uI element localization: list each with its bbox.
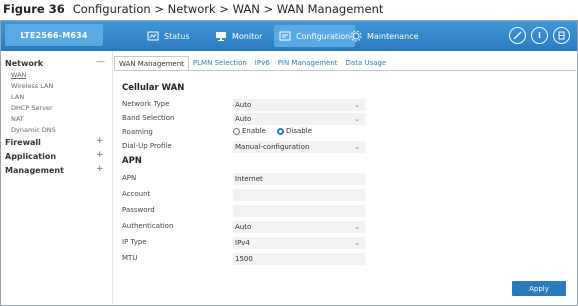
brand-logo: LTE2566-M634 bbox=[5, 24, 103, 46]
apply-button[interactable]: Apply bbox=[512, 281, 566, 296]
chevron-down-icon: ⌄ bbox=[354, 223, 360, 231]
sidebar: Network — WAN Wireless LAN LAN DHCP Serv… bbox=[1, 51, 113, 305]
expand-icon[interactable]: + bbox=[96, 136, 104, 146]
apn-label: APN bbox=[122, 174, 137, 182]
apn-heading: APN bbox=[122, 156, 142, 166]
sidebar-section-firewall[interactable]: Firewall bbox=[5, 138, 41, 147]
sidebar-section-application[interactable]: Application bbox=[5, 152, 56, 161]
chevron-down-icon: ⌄ bbox=[354, 101, 360, 109]
sidebar-item-nat[interactable]: NAT bbox=[11, 115, 24, 123]
tab-divider bbox=[114, 70, 576, 71]
ip-type-value: IPv4 bbox=[235, 239, 250, 247]
ip-type-label: IP Type bbox=[122, 238, 147, 246]
sidebar-section-management[interactable]: Management bbox=[5, 166, 64, 175]
radio-on-icon bbox=[277, 127, 284, 135]
sidebar-item-wireless-lan[interactable]: Wireless LAN bbox=[11, 82, 53, 90]
password-input[interactable] bbox=[233, 205, 365, 217]
figure-caption: Figure 36 Configuration > Network > WAN >… bbox=[3, 2, 383, 19]
password-label: Password bbox=[122, 206, 155, 214]
status-icon bbox=[147, 31, 159, 41]
nav-maintenance[interactable]: Maintenance bbox=[345, 25, 424, 47]
mtu-input[interactable]: 1500 bbox=[233, 253, 365, 265]
tab-bar: WAN Management PLMN Selection IPv6 PIN M… bbox=[114, 56, 390, 71]
wizard-icon[interactable] bbox=[509, 27, 526, 44]
ip-type-select[interactable]: IPv4 ⌄ bbox=[233, 237, 365, 249]
maintenance-icon bbox=[350, 30, 362, 42]
nav-status-label: Status bbox=[164, 31, 190, 41]
top-bar: LTE2566-M634 Status Monitor Configuratio… bbox=[1, 21, 577, 51]
sidebar-section-network[interactable]: Network bbox=[5, 59, 43, 68]
nav-configuration[interactable]: Configuration bbox=[274, 25, 356, 47]
authentication-label: Authentication bbox=[122, 222, 174, 230]
network-type-label: Network Type bbox=[122, 100, 170, 108]
tab-pin-management[interactable]: PIN Management bbox=[274, 56, 342, 71]
dialup-profile-select[interactable]: Manual-configuration ⌄ bbox=[233, 141, 365, 153]
apn-input[interactable]: Internet bbox=[233, 173, 365, 185]
roaming-disable-radio[interactable]: Disable bbox=[277, 127, 312, 135]
nav-monitor-label: Monitor bbox=[232, 31, 263, 41]
authentication-value: Auto bbox=[235, 223, 252, 231]
chevron-down-icon: ⌄ bbox=[354, 115, 360, 123]
roaming-disable-label: Disable bbox=[286, 127, 312, 135]
tab-plmn-selection[interactable]: PLMN Selection bbox=[189, 56, 251, 71]
radio-off-icon bbox=[233, 127, 240, 135]
expand-icon[interactable]: + bbox=[96, 164, 104, 174]
nav-maintenance-label: Maintenance bbox=[367, 31, 419, 41]
tab-data-usage[interactable]: Data Usage bbox=[342, 56, 391, 71]
account-label: Account bbox=[122, 190, 151, 198]
chevron-down-icon: ⌄ bbox=[354, 239, 360, 247]
dialup-profile-value: Manual-configuration bbox=[235, 143, 310, 151]
dialup-profile-label: Dial-Up Profile bbox=[122, 142, 172, 150]
nav-monitor[interactable]: Monitor bbox=[210, 25, 267, 47]
tab-wan-management[interactable]: WAN Management bbox=[114, 56, 189, 71]
figure-title: Configuration > Network > WAN > WAN Mana… bbox=[72, 2, 384, 16]
band-selection-label: Band Selection bbox=[122, 114, 175, 122]
roaming-enable-radio[interactable]: Enable bbox=[233, 127, 266, 135]
cellular-wan-heading: Cellular WAN bbox=[122, 83, 185, 93]
sidebar-item-lan[interactable]: LAN bbox=[11, 93, 24, 101]
authentication-select[interactable]: Auto ⌄ bbox=[233, 221, 365, 233]
sidebar-item-dhcp-server[interactable]: DHCP Server bbox=[11, 104, 53, 112]
monitor-icon bbox=[216, 32, 226, 41]
sidebar-item-dynamic-dns[interactable]: Dynamic DNS bbox=[11, 126, 56, 134]
account-input[interactable] bbox=[233, 189, 365, 201]
logout-icon[interactable] bbox=[553, 27, 570, 44]
band-selection-select[interactable]: Auto ⌄ bbox=[233, 113, 365, 125]
roaming-enable-label: Enable bbox=[242, 127, 266, 135]
tab-ipv6[interactable]: IPv6 bbox=[251, 56, 274, 71]
chevron-down-icon: ⌄ bbox=[354, 143, 360, 151]
sidebar-item-wan[interactable]: WAN bbox=[11, 71, 26, 79]
nav-status[interactable]: Status bbox=[142, 25, 195, 47]
figure-number: Figure 36 bbox=[3, 2, 65, 16]
app-window: LTE2566-M634 Status Monitor Configuratio… bbox=[0, 20, 578, 306]
network-type-value: Auto bbox=[235, 101, 252, 109]
info-icon[interactable]: i bbox=[531, 27, 548, 44]
band-selection-value: Auto bbox=[235, 115, 252, 123]
nav-configuration-label: Configuration bbox=[296, 31, 351, 41]
mtu-label: MTU bbox=[122, 254, 138, 262]
roaming-label: Roaming bbox=[122, 128, 153, 136]
network-type-select[interactable]: Auto ⌄ bbox=[233, 99, 365, 111]
configuration-icon bbox=[279, 31, 291, 41]
expand-icon[interactable]: + bbox=[96, 150, 104, 160]
collapse-icon[interactable]: — bbox=[96, 57, 105, 67]
